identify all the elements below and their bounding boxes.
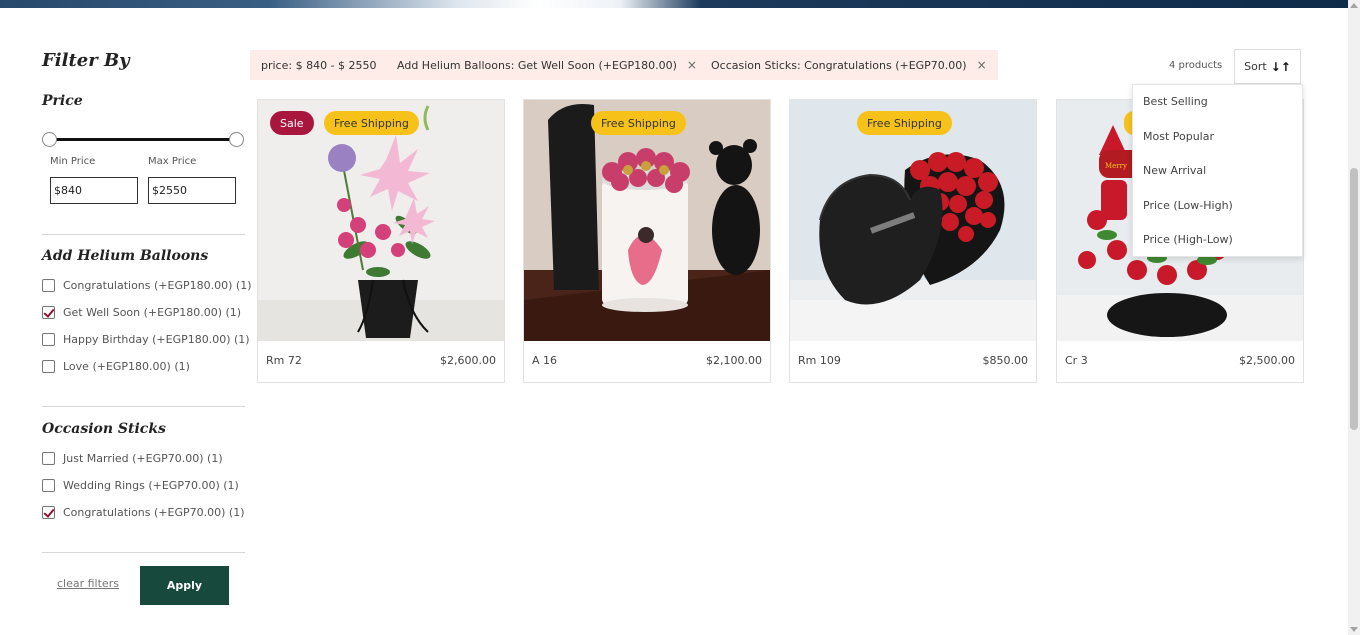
scroll-down-arrow-icon[interactable]: [1350, 627, 1358, 632]
filter-chip-price: price: $ 840 - $ 2550: [250, 50, 388, 80]
option-label: Congratulations (+EGP70.00) (1): [63, 505, 245, 519]
product-card[interactable]: Free Shipping Rm 109 $850.00: [789, 99, 1037, 383]
hero-banner-edge: [0, 0, 1348, 8]
filter-title: Filter By: [42, 50, 130, 71]
free-shipping-badge: Free Shipping: [591, 111, 686, 135]
divider: [42, 234, 245, 235]
min-price-input[interactable]: [50, 177, 138, 204]
product-name[interactable]: Rm 72: [266, 354, 302, 367]
sort-arrows-icon: ↓↑: [1270, 59, 1291, 74]
stick-option-just-married[interactable]: Just Married (+EGP70.00) (1): [42, 450, 223, 466]
sort-option-best-selling[interactable]: Best Selling: [1143, 95, 1208, 108]
product-image[interactable]: [524, 100, 770, 341]
balloon-option-get-well-soon[interactable]: Get Well Soon (+EGP180.00) (1): [42, 304, 241, 320]
balloon-option-congratulations[interactable]: Congratulations (+EGP180.00) (1): [42, 277, 251, 293]
option-label: Congratulations (+EGP180.00) (1): [63, 278, 252, 292]
product-card[interactable]: Free Shipping A 16 $2,100.00: [523, 99, 771, 383]
product-name[interactable]: Rm 109: [798, 354, 841, 367]
close-icon[interactable]: ×: [977, 58, 987, 72]
sort-option-most-popular[interactable]: Most Popular: [1143, 130, 1214, 143]
product-price: $2,500.00: [1239, 354, 1295, 367]
sort-label: Sort: [1244, 60, 1267, 73]
balloons-section-title: Add Helium Balloons: [42, 248, 209, 264]
checkbox[interactable]: [42, 305, 55, 319]
option-label: Love (+EGP180.00) (1): [63, 359, 190, 373]
product-count: 4 products: [1169, 60, 1223, 71]
chip-label: Occasion Sticks: Congratulations (+EGP70…: [711, 58, 967, 72]
product-price: $850.00: [982, 354, 1029, 367]
close-icon[interactable]: ×: [687, 58, 697, 72]
min-price-label: Min Price: [50, 156, 96, 167]
balloon-option-love[interactable]: Love (+EGP180.00) (1): [42, 358, 190, 374]
page-scrollbar[interactable]: [1348, 0, 1360, 635]
product-name[interactable]: A 16: [532, 354, 557, 367]
sort-option-price-low-high[interactable]: Price (Low-High): [1143, 199, 1233, 212]
stick-option-congratulations[interactable]: Congratulations (+EGP70.00) (1): [42, 504, 244, 520]
price-slider-track[interactable]: [50, 138, 236, 141]
filter-sidebar: Filter By Price Min Price Max Price Add …: [42, 46, 251, 616]
divider: [42, 552, 245, 553]
product-price: $2,600.00: [440, 354, 496, 367]
checkbox[interactable]: [42, 451, 55, 465]
free-shipping-badge: Free Shipping: [857, 111, 952, 135]
option-label: Get Well Soon (+EGP180.00) (1): [63, 305, 242, 319]
product-image[interactable]: [790, 100, 1036, 341]
sort-button[interactable]: Sort ↓↑: [1234, 49, 1301, 84]
price-slider-min-handle[interactable]: [42, 132, 57, 147]
apply-button[interactable]: Apply: [140, 566, 229, 605]
option-label: Just Married (+EGP70.00) (1): [63, 451, 223, 465]
occasion-sticks-section-title: Occasion Sticks: [42, 421, 166, 437]
product-name[interactable]: Cr 3: [1065, 354, 1088, 367]
filter-chip-balloons: Add Helium Balloons: Get Well Soon (+EGP…: [386, 50, 708, 80]
free-shipping-badge: Free Shipping: [324, 111, 419, 135]
sort-option-price-high-low[interactable]: Price (High-Low): [1143, 233, 1233, 246]
stick-option-wedding-rings[interactable]: Wedding Rings (+EGP70.00) (1): [42, 477, 239, 493]
product-image[interactable]: [258, 100, 504, 341]
checkbox[interactable]: [42, 278, 55, 292]
max-price-input[interactable]: [148, 177, 236, 204]
svg-text:Merry: Merry: [1105, 162, 1127, 170]
scrollbar-thumb[interactable]: [1350, 168, 1358, 430]
price-section-title: Price: [42, 93, 83, 109]
option-label: Happy Birthday (+EGP180.00) (1): [63, 332, 250, 346]
checkbox[interactable]: [42, 332, 55, 346]
chip-label: Add Helium Balloons: Get Well Soon (+EGP…: [397, 58, 677, 72]
balloon-option-happy-birthday[interactable]: Happy Birthday (+EGP180.00) (1): [42, 331, 250, 347]
sort-option-new-arrival[interactable]: New Arrival: [1143, 164, 1206, 177]
product-card[interactable]: Sale Free Shipping Rm 72 $2,600.00: [257, 99, 505, 383]
clear-filters-link[interactable]: clear filters: [57, 577, 119, 590]
scroll-up-arrow-icon[interactable]: [1350, 3, 1358, 8]
filter-chip-occasion-sticks: Occasion Sticks: Congratulations (+EGP70…: [700, 50, 998, 80]
chip-label: price: $ 840 - $ 2550: [261, 58, 377, 72]
divider: [42, 406, 245, 407]
product-price: $2,100.00: [706, 354, 762, 367]
price-slider-max-handle[interactable]: [229, 132, 244, 147]
checkbox[interactable]: [42, 505, 55, 519]
option-label: Wedding Rings (+EGP70.00) (1): [63, 478, 239, 492]
checkbox[interactable]: [42, 478, 55, 492]
checkbox[interactable]: [42, 359, 55, 373]
sale-badge: Sale: [270, 111, 314, 135]
max-price-label: Max Price: [148, 156, 197, 167]
sort-dropdown: Best Selling Most Popular New Arrival Pr…: [1132, 84, 1303, 257]
